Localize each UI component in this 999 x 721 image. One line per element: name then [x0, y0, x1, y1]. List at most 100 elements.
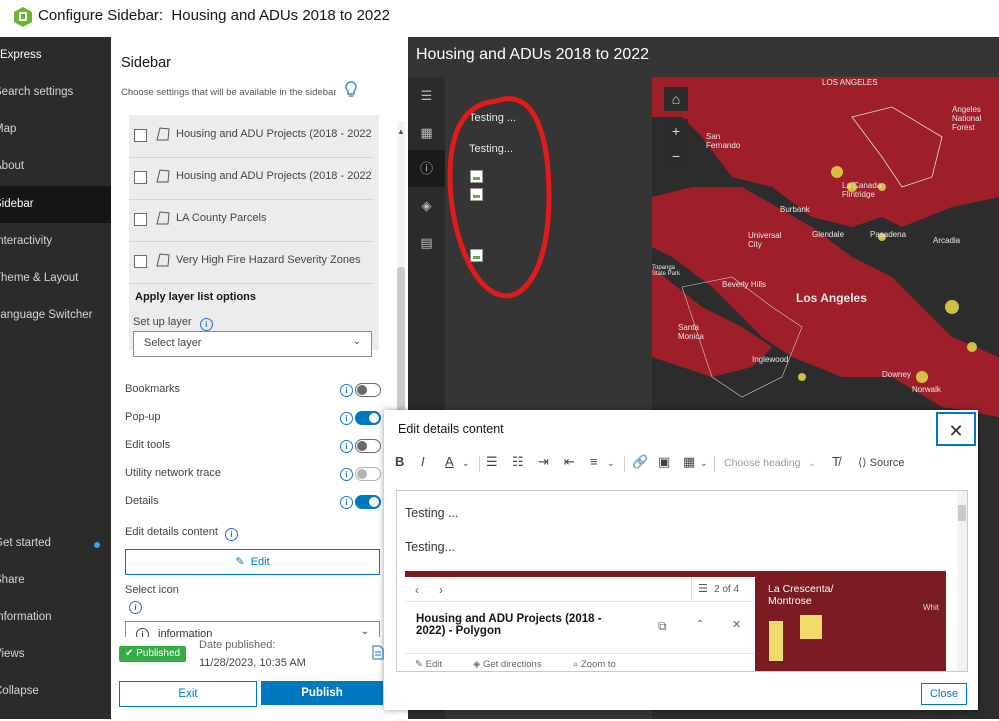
- pencil-icon: ✎: [235, 556, 245, 568]
- red-annotation-ellipse: [447, 96, 552, 299]
- publish-button[interactable]: Publish: [261, 681, 383, 705]
- layer-list-icon[interactable]: ☰: [408, 77, 445, 114]
- option-popup-label: Pop-up: [125, 411, 161, 423]
- zoom-icon: ⌕: [573, 659, 579, 670]
- info-icon[interactable]: i: [340, 412, 353, 425]
- legend-icon[interactable]: ▦: [408, 114, 445, 151]
- map-label: Universal City: [748, 231, 782, 249]
- nav-item-share[interactable]: Share: [0, 562, 111, 599]
- nav-item-collapse[interactable]: Collapse: [0, 673, 111, 710]
- nav-item-map[interactable]: Map: [0, 111, 111, 148]
- info-icon[interactable]: i: [225, 528, 239, 541]
- nav-item-sidebar[interactable]: Sidebar: [0, 186, 111, 223]
- dock-icon[interactable]: ⧉: [658, 619, 667, 634]
- nav-item-search-settings[interactable]: Search settings: [0, 74, 111, 111]
- layer-row[interactable]: Housing and ADU Projects (2018 - 2022: [129, 115, 374, 158]
- editor-scrollbar[interactable]: [957, 491, 967, 671]
- nav-brand: Express: [0, 49, 42, 61]
- panel-scrollbar-thumb[interactable]: [397, 267, 405, 417]
- indent-icon[interactable]: ⇥: [538, 454, 549, 470]
- popup-action-directions[interactable]: ◈ Get directions: [473, 659, 542, 670]
- document-icon[interactable]: [372, 645, 384, 660]
- close-icon[interactable]: ✕: [936, 412, 976, 446]
- edit-tools-toggle[interactable]: [355, 439, 381, 453]
- panel-subtitle: Choose settings that will be available i…: [121, 87, 337, 98]
- next-icon[interactable]: ›: [439, 583, 443, 597]
- italic-icon[interactable]: I: [421, 454, 425, 469]
- bulleted-list-icon[interactable]: ☰: [486, 454, 498, 470]
- layers-icon[interactable]: ◈: [408, 187, 445, 224]
- nav-item-interactivity[interactable]: Interactivity: [0, 223, 111, 260]
- font-color-icon[interactable]: A: [445, 454, 454, 469]
- information-icon[interactable]: ⓘ: [408, 150, 445, 187]
- popup-action-zoom[interactable]: ⌕ Zoom to: [573, 659, 616, 670]
- info-icon[interactable]: i: [199, 318, 213, 331]
- popup-toggle[interactable]: [355, 411, 381, 425]
- popup-action-edit[interactable]: ✎ Edit: [415, 659, 442, 670]
- numbered-list-icon[interactable]: ☷: [512, 454, 524, 470]
- layer-checkbox[interactable]: [134, 171, 147, 184]
- edit-details-button[interactable]: ✎ Edit: [125, 549, 380, 575]
- link-icon[interactable]: 🔗: [632, 454, 648, 470]
- info-icon[interactable]: i: [340, 468, 353, 481]
- polygon-icon: [156, 127, 170, 141]
- clear-format-icon[interactable]: T̸: [832, 454, 840, 469]
- outdent-icon[interactable]: ⇤: [564, 454, 575, 470]
- info-icon[interactable]: i: [340, 384, 353, 397]
- exit-button[interactable]: Exit: [119, 681, 257, 707]
- bookmarks-toggle[interactable]: [355, 383, 381, 397]
- editor-line[interactable]: Testing ...: [405, 506, 459, 520]
- embed-map-label: La Crescenta/ Montrose: [768, 583, 834, 607]
- nav-item-views[interactable]: Views: [0, 636, 111, 673]
- previous-icon[interactable]: ‹: [415, 583, 419, 597]
- table-icon[interactable]: ▦: [683, 454, 695, 470]
- details-toggle[interactable]: [355, 495, 381, 509]
- bold-icon[interactable]: B: [395, 454, 404, 469]
- image-icon[interactable]: ▣: [658, 454, 670, 470]
- layer-checkbox[interactable]: [134, 129, 147, 142]
- layer-row[interactable]: Housing and ADU Projects (2018 - 2022: [129, 157, 374, 200]
- layer-checkbox[interactable]: [134, 213, 147, 226]
- chevron-down-icon[interactable]: ⌄: [462, 458, 470, 469]
- popup-counter[interactable]: ☰ 2 of 4: [691, 577, 754, 601]
- option-bookmarks-label: Bookmarks: [125, 383, 181, 395]
- layer-row[interactable]: Very High Fire Hazard Severity Zones: [129, 241, 374, 284]
- align-icon[interactable]: ≡: [590, 454, 598, 469]
- close-icon[interactable]: ✕: [732, 618, 741, 631]
- parcel-shape: [800, 615, 822, 639]
- layer-row[interactable]: LA County Parcels: [129, 199, 374, 242]
- utility-trace-toggle[interactable]: [355, 467, 381, 481]
- nav-item-theme-layout[interactable]: Theme & Layout: [0, 260, 111, 297]
- editor-line[interactable]: Testing...: [405, 540, 455, 554]
- edit-details-text: Edit details content: [125, 526, 218, 538]
- map-label: Los Angeles: [796, 291, 867, 305]
- published-badge: ✔ Published: [119, 646, 187, 662]
- popup-title: Housing and ADU Projects (2018 - 2022) -…: [416, 613, 602, 637]
- date-published-label: Date published:: [199, 639, 276, 651]
- select-layer-dropdown[interactable]: Select layer ⌄: [133, 331, 372, 357]
- source-label: Source: [869, 457, 905, 469]
- chevron-down-icon[interactable]: ⌄: [607, 458, 615, 469]
- chevron-down-icon[interactable]: ⌄: [808, 458, 816, 469]
- heading-dropdown[interactable]: Choose heading: [724, 457, 800, 469]
- lightbulb-icon[interactable]: [344, 81, 358, 99]
- layer-checkbox[interactable]: [134, 255, 147, 268]
- editor-scrollbar-thumb[interactable]: [958, 505, 966, 521]
- source-button[interactable]: ⟨⟩ Source: [858, 456, 905, 469]
- info-icon[interactable]: i: [340, 496, 353, 509]
- info-icon[interactable]: i: [129, 601, 142, 614]
- chevron-down-icon[interactable]: ⌄: [700, 458, 708, 469]
- scroll-up-icon[interactable]: ▲: [397, 127, 405, 136]
- select-layer-value: Select layer: [144, 337, 202, 349]
- collapse-icon[interactable]: ⌃: [696, 619, 704, 630]
- nav-item-information[interactable]: Information: [0, 599, 111, 636]
- close-button[interactable]: Close: [921, 683, 967, 705]
- nav-item-about[interactable]: About: [0, 148, 111, 185]
- nav-item-language-switcher[interactable]: Language Switcher: [0, 297, 111, 334]
- info-icon[interactable]: i: [340, 440, 353, 453]
- bookmark-icon[interactable]: ▤: [408, 224, 445, 261]
- rich-text-editor[interactable]: Testing ... Testing... La Crescenta/ Mon…: [396, 490, 968, 672]
- zoom-in-button[interactable]: +: [664, 119, 688, 143]
- home-icon[interactable]: ⌂: [664, 87, 688, 111]
- zoom-out-button[interactable]: −: [664, 144, 688, 168]
